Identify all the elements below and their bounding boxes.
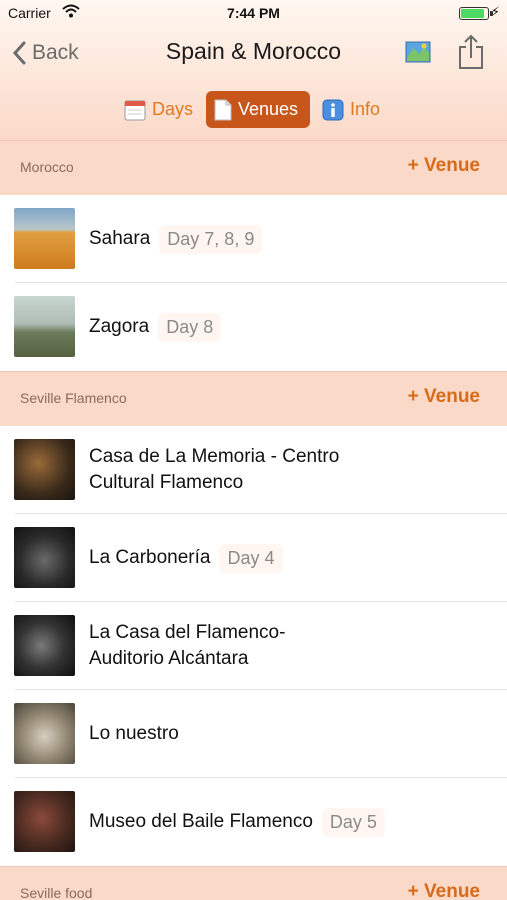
charging-icon: ⚡ (490, 4, 500, 19)
venue-row[interactable]: Casa de La Memoria - Centro Cultural Fla… (0, 426, 507, 514)
venue-row[interactable]: Sahara Day 7, 8, 9 (0, 195, 507, 283)
add-venue-button[interactable]: + Venue (408, 386, 480, 408)
tab-days[interactable]: Days (116, 91, 201, 128)
venue-row[interactable]: Zagora Day 8 (0, 283, 507, 371)
venue-photo (14, 703, 75, 764)
segment-control: Days Venues Info (0, 88, 507, 132)
map-button[interactable] (405, 40, 431, 64)
share-icon (459, 34, 483, 69)
tab-info-label: Info (350, 99, 381, 119)
status-bar: Carrier 7:44 PM ⚡ (0, 0, 507, 28)
venue-name: Lo nuestro (89, 723, 179, 744)
venue-name: La Carbonería (89, 547, 211, 568)
section-title: Seville food (20, 885, 93, 900)
venue-row[interactable]: Lo nuestro (0, 690, 507, 778)
venue-name: Sahara (89, 228, 151, 249)
tab-venues-label: Venues (238, 99, 299, 119)
venue-days-badge: Day 4 (219, 543, 283, 573)
venue-days-badge: Day 7, 8, 9 (159, 224, 263, 254)
venue-row[interactable]: Museo del Baile Flamenco Day 5 (0, 778, 507, 866)
clock: 7:44 PM (227, 5, 280, 21)
venue-row[interactable]: La Carbonería Day 4 (0, 514, 507, 602)
share-button[interactable] (456, 34, 486, 70)
venue-name: Zagora (89, 316, 150, 337)
venue-photo (14, 527, 75, 588)
venue-name: La Casa del Flamenco-Auditorio Alcántara (89, 622, 286, 669)
tab-days-label: Days (152, 99, 194, 119)
calendar-icon (124, 100, 146, 120)
info-icon (322, 99, 344, 120)
navigation-bar: Back Spain & Morocco (0, 28, 507, 78)
venue-row[interactable]: La Casa del Flamenco-Auditorio Alcántara (0, 602, 507, 690)
document-icon (214, 99, 232, 120)
venue-name: Museo del Baile Flamenco (89, 811, 313, 832)
add-venue-button[interactable]: + Venue (408, 881, 480, 900)
venue-photo (14, 791, 75, 852)
section-header-seville-food: Seville food + Venue (0, 866, 507, 900)
tab-info[interactable]: Info (314, 91, 388, 128)
battery-icon (459, 7, 493, 20)
section-header-seville-flamenco: Seville Flamenco + Venue (0, 371, 507, 426)
venue-photo (14, 615, 75, 676)
add-venue-button[interactable]: + Venue (408, 155, 480, 177)
section-header-morocco: Morocco + Venue (0, 140, 507, 195)
map-icon (405, 41, 431, 63)
section-title: Seville Flamenco (20, 390, 127, 406)
tab-venues[interactable]: Venues (206, 91, 310, 128)
venue-days-badge: Day 8 (158, 312, 222, 342)
section-title: Morocco (20, 159, 74, 175)
venue-photo (14, 208, 75, 269)
venue-photo (14, 296, 75, 357)
venue-days-badge: Day 5 (321, 807, 385, 837)
venue-name: Casa de La Memoria - Centro Cultural Fla… (89, 446, 340, 493)
venue-photo (14, 439, 75, 500)
